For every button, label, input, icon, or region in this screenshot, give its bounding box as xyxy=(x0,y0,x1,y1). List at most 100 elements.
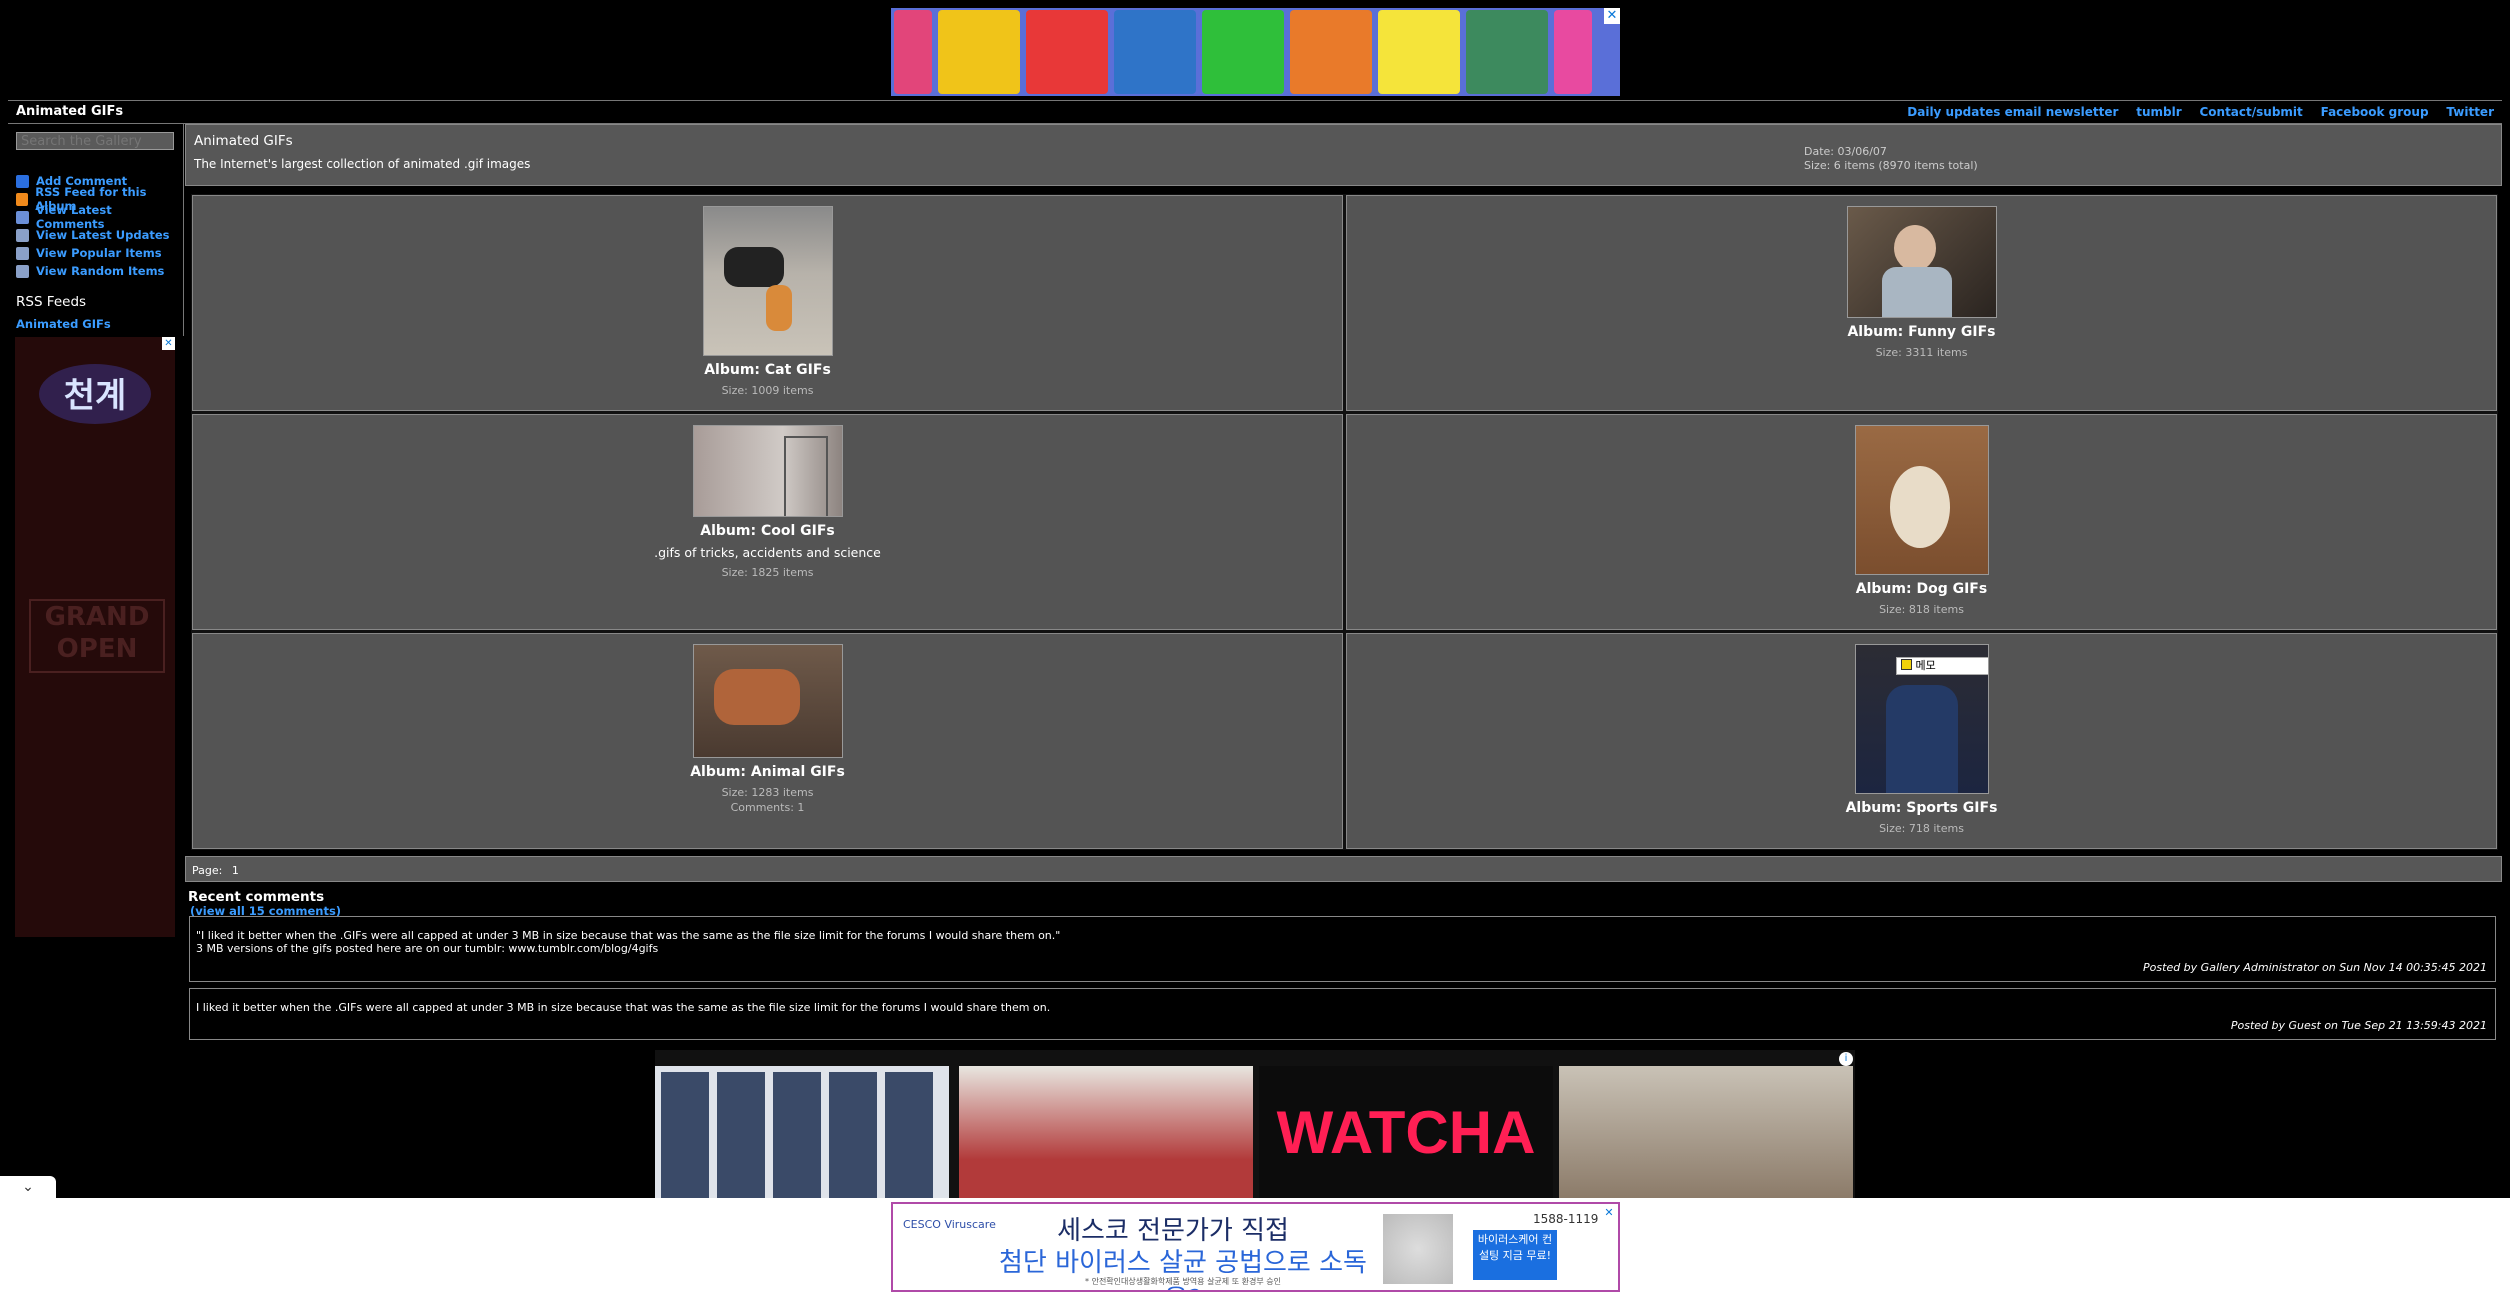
ad-tile[interactable] xyxy=(1290,10,1372,94)
memo-label: 메모 xyxy=(1915,659,1936,672)
game-logo-text: 천계 xyxy=(64,376,127,416)
ad-tile[interactable] xyxy=(938,10,1020,94)
ad-cta-button[interactable]: 바이러스케어 컨설팅 지금 무료! xyxy=(1473,1230,1557,1280)
bottom-cesco-ad[interactable]: ✕ CESCO Viruscare 세스코 전문가가 직접 첨단 바이러스 살균… xyxy=(891,1202,1620,1292)
comment-line: 3 MB versions of the gifs posted here ar… xyxy=(196,942,659,955)
comment-line: "I liked it better when the .GIFs were a… xyxy=(196,929,1061,942)
ad-close-icon[interactable]: ✕ xyxy=(1604,8,1620,24)
album-name[interactable]: Album: Cat GIFs xyxy=(193,362,1342,378)
ad-close-icon[interactable]: ✕ xyxy=(1602,1206,1616,1220)
album-thumbnail[interactable] xyxy=(692,425,843,517)
game-logo: 천계 xyxy=(39,364,151,424)
album-size: Size: 3311 items xyxy=(1875,346,1968,359)
page-number[interactable]: 1 xyxy=(232,864,239,877)
album-subtitle: .gifs of tricks, accidents and science xyxy=(654,545,881,560)
sidebar-item-latest-comments[interactable]: View Latest Comments xyxy=(16,203,183,231)
comment-item: I liked it better when the .GIFs were al… xyxy=(189,988,2496,1040)
side-game-ad[interactable]: ✕ 천계 GRAND OPEN xyxy=(15,337,175,937)
comment-text: "I liked it better when the .GIFs were a… xyxy=(196,929,1060,955)
album-thumbnail[interactable]: 메모 xyxy=(1854,644,1989,794)
album-cell-animal: Album: Animal GIFs Size: 1283 items Comm… xyxy=(192,633,1343,849)
album-meta: Date: 03/06/07 Size: 6 items (8970 items… xyxy=(1804,145,1978,173)
watcha-ad-tile[interactable]: WATCHA xyxy=(1259,1066,1553,1200)
pager: Page: 1 xyxy=(185,856,2502,882)
sidebar-links: Add Comment RSS Feed for this Album View… xyxy=(16,172,183,280)
album-name[interactable]: Album: Dog GIFs xyxy=(1347,581,2496,597)
ad-tile[interactable] xyxy=(1378,10,1460,94)
album-cell-sports: 메모 Album: Sports GIFs Size: 718 items xyxy=(1346,633,2497,849)
rss-feeds-heading: RSS Feeds xyxy=(16,294,87,310)
ad-tile[interactable] xyxy=(959,1066,1253,1200)
album-date: Date: 03/06/07 xyxy=(1804,145,1887,158)
ad-phone: 1588-1119 xyxy=(1533,1212,1599,1226)
ad-fine-print: * 안전확인대상생활화학제품 방역용 살균제 또 환경부 승인 xyxy=(1085,1277,1281,1286)
album-size: Size: 1825 items xyxy=(721,566,814,579)
comment-author: Posted by Gallery Administrator on Sun N… xyxy=(2143,961,2487,974)
sidebar: Add Comment RSS Feed for this Album View… xyxy=(8,124,184,336)
chevron-down-icon: ⌄ xyxy=(22,1179,34,1195)
site-title: Animated GIFs xyxy=(16,104,124,119)
album-grid: Album: Cat GIFs Size: 1009 items Album: … xyxy=(191,194,2498,850)
twitter-link[interactable]: Twitter xyxy=(2446,105,2494,119)
popular-icon xyxy=(16,246,29,260)
ad-tile[interactable] xyxy=(1559,1066,1853,1200)
sidebar-item-label[interactable]: View Random Items xyxy=(36,264,164,278)
album-thumbnail[interactable] xyxy=(692,644,843,758)
facebook-link[interactable]: Facebook group xyxy=(2321,105,2429,119)
album-name[interactable]: Album: Cool GIFs xyxy=(193,523,1342,539)
sidebar-item-label[interactable]: View Popular Items xyxy=(36,246,162,260)
ad-close-icon[interactable]: ✕ xyxy=(162,337,175,350)
ad-tile[interactable] xyxy=(894,10,932,94)
ad-tile[interactable] xyxy=(1114,10,1196,94)
rss-feed-link[interactable]: Animated GIFs xyxy=(16,317,111,331)
memo-icon xyxy=(1900,659,1912,670)
sidebar-item-popular-items[interactable]: View Popular Items xyxy=(16,244,183,262)
newsletter-link[interactable]: Daily updates email newsletter xyxy=(1907,105,2118,119)
album-size: Size: 1283 items xyxy=(721,786,814,799)
search-input[interactable] xyxy=(16,132,174,150)
ad-info-icon[interactable]: i xyxy=(1839,1052,1853,1066)
top-nav-links: Daily updates email newsletter tumblr Co… xyxy=(1893,105,2494,119)
album-name[interactable]: Album: Animal GIFs xyxy=(193,764,1342,780)
grand-open-banner: GRAND OPEN xyxy=(29,599,165,673)
album-cell-dog: Album: Dog GIFs Size: 818 items xyxy=(1346,414,2497,630)
album-thumbnail[interactable] xyxy=(702,206,833,356)
sidebar-item-latest-updates[interactable]: View Latest Updates xyxy=(16,226,183,244)
comment-line: I liked it better when the .GIFs were al… xyxy=(196,1001,1051,1014)
album-thumbnail[interactable] xyxy=(1854,425,1989,575)
recent-comments-title: Recent comments xyxy=(188,889,325,905)
album-size: Size: 1009 items xyxy=(721,384,814,397)
album-name[interactable]: Album: Funny GIFs xyxy=(1347,324,2496,340)
updates-icon xyxy=(16,228,29,242)
rss-icon xyxy=(16,192,29,206)
tumblr-link[interactable]: tumblr xyxy=(2136,105,2181,119)
album-name[interactable]: Album: Sports GIFs xyxy=(1347,800,2496,816)
album-size: Size: 6 items (8970 items total) xyxy=(1804,159,1978,172)
album-cell-cat: Album: Cat GIFs Size: 1009 items xyxy=(192,195,1343,411)
top-game-ad-banner[interactable]: ✕ xyxy=(891,8,1620,96)
contact-link[interactable]: Contact/submit xyxy=(2199,105,2302,119)
sidebar-item-label[interactable]: View Latest Updates xyxy=(36,228,170,242)
ad-tile[interactable] xyxy=(1202,10,1284,94)
album-size: Size: 818 items xyxy=(1879,603,1964,616)
sidebar-item-label[interactable]: View Latest Comments xyxy=(36,203,183,231)
sidebar-item-random-items[interactable]: View Random Items xyxy=(16,262,183,280)
album-cell-funny: Album: Funny GIFs Size: 3311 items xyxy=(1346,195,2497,411)
album-header: Animated GIFs The Internet's largest col… xyxy=(185,124,2502,186)
ad-tile[interactable] xyxy=(655,1066,949,1200)
comment-icon xyxy=(16,174,29,188)
album-comments: Comments: 1 xyxy=(730,801,805,814)
ad-tile[interactable] xyxy=(1026,10,1108,94)
collapse-ad-button[interactable]: ⌄ xyxy=(0,1176,56,1198)
album-thumbnail[interactable] xyxy=(1846,206,1997,318)
ad-tile[interactable] xyxy=(1554,10,1592,94)
random-icon xyxy=(16,264,29,278)
album-title: Animated GIFs xyxy=(194,133,293,149)
comment-author: Posted by Guest on Tue Sep 21 13:59:43 2… xyxy=(2230,1019,2487,1032)
ad-mascot-image xyxy=(1383,1214,1453,1284)
ad-tile[interactable] xyxy=(1466,10,1548,94)
header-bar: Animated GIFs Daily updates email newsle… xyxy=(8,100,2502,124)
memo-popup[interactable]: 메모 xyxy=(1895,657,1988,675)
video-ad-strip[interactable]: i WATCHA xyxy=(655,1050,1855,1200)
album-cell-cool: Album: Cool GIFs .gifs of tricks, accide… xyxy=(192,414,1343,630)
